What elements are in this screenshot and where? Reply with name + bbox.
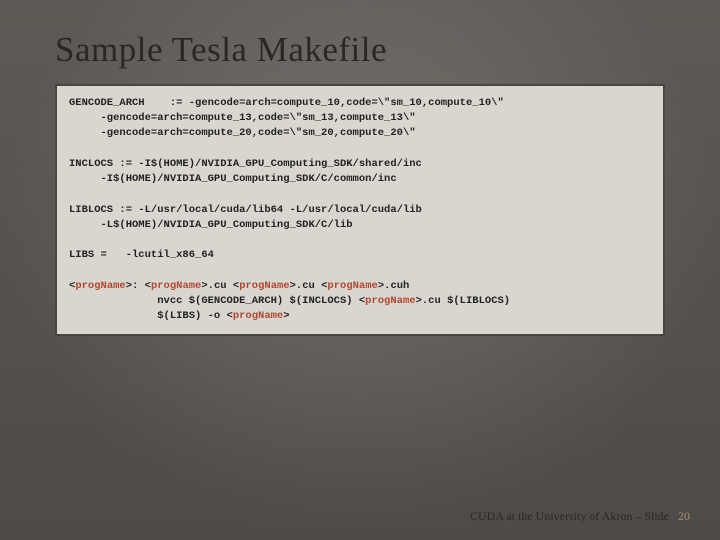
- slide-title: Sample Tesla Makefile: [0, 0, 720, 84]
- progname-placeholder: progName: [233, 310, 283, 322]
- code-text: >.cu <: [290, 280, 328, 292]
- makefile-code-block: GENCODE_ARCH := -gencode=arch=compute_10…: [55, 84, 665, 336]
- code-line: INCLOCS := -I$(HOME)/NVIDIA_GPU_Computin…: [69, 158, 422, 170]
- code-line: -gencode=arch=compute_13,code=\"sm_13,co…: [69, 112, 416, 124]
- progname-placeholder: progName: [327, 280, 377, 292]
- code-text: >: <: [126, 280, 151, 292]
- progname-placeholder: progName: [365, 295, 415, 307]
- code-text: >.cu <: [201, 280, 239, 292]
- progname-placeholder: progName: [151, 280, 201, 292]
- code-line: -gencode=arch=compute_20,code=\"sm_20,co…: [69, 127, 416, 139]
- code-line: -I$(HOME)/NVIDIA_GPU_Computing_SDK/C/com…: [69, 173, 397, 185]
- code-text: >: [283, 310, 289, 322]
- footer-text: CUDA at the University of Akron – Slide: [470, 509, 669, 523]
- code-line: GENCODE_ARCH := -gencode=arch=compute_10…: [69, 97, 504, 109]
- code-line: LIBS = -lcutil_x86_64: [69, 249, 214, 261]
- progname-placeholder: progName: [239, 280, 289, 292]
- progname-placeholder: progName: [75, 280, 125, 292]
- code-text: nvcc $(GENCODE_ARCH) $(INCLOCS) <: [69, 295, 365, 307]
- slide-number: 20: [678, 509, 690, 523]
- code-line: -L$(HOME)/NVIDIA_GPU_Computing_SDK/C/lib: [69, 219, 353, 231]
- code-text: $(LIBS) -o <: [69, 310, 233, 322]
- code-text: >.cu $(LIBLOCS): [416, 295, 511, 307]
- code-line: LIBLOCS := -L/usr/local/cuda/lib64 -L/us…: [69, 204, 422, 216]
- code-text: >.cuh: [378, 280, 410, 292]
- slide-footer: CUDA at the University of Akron – Slide …: [470, 509, 690, 524]
